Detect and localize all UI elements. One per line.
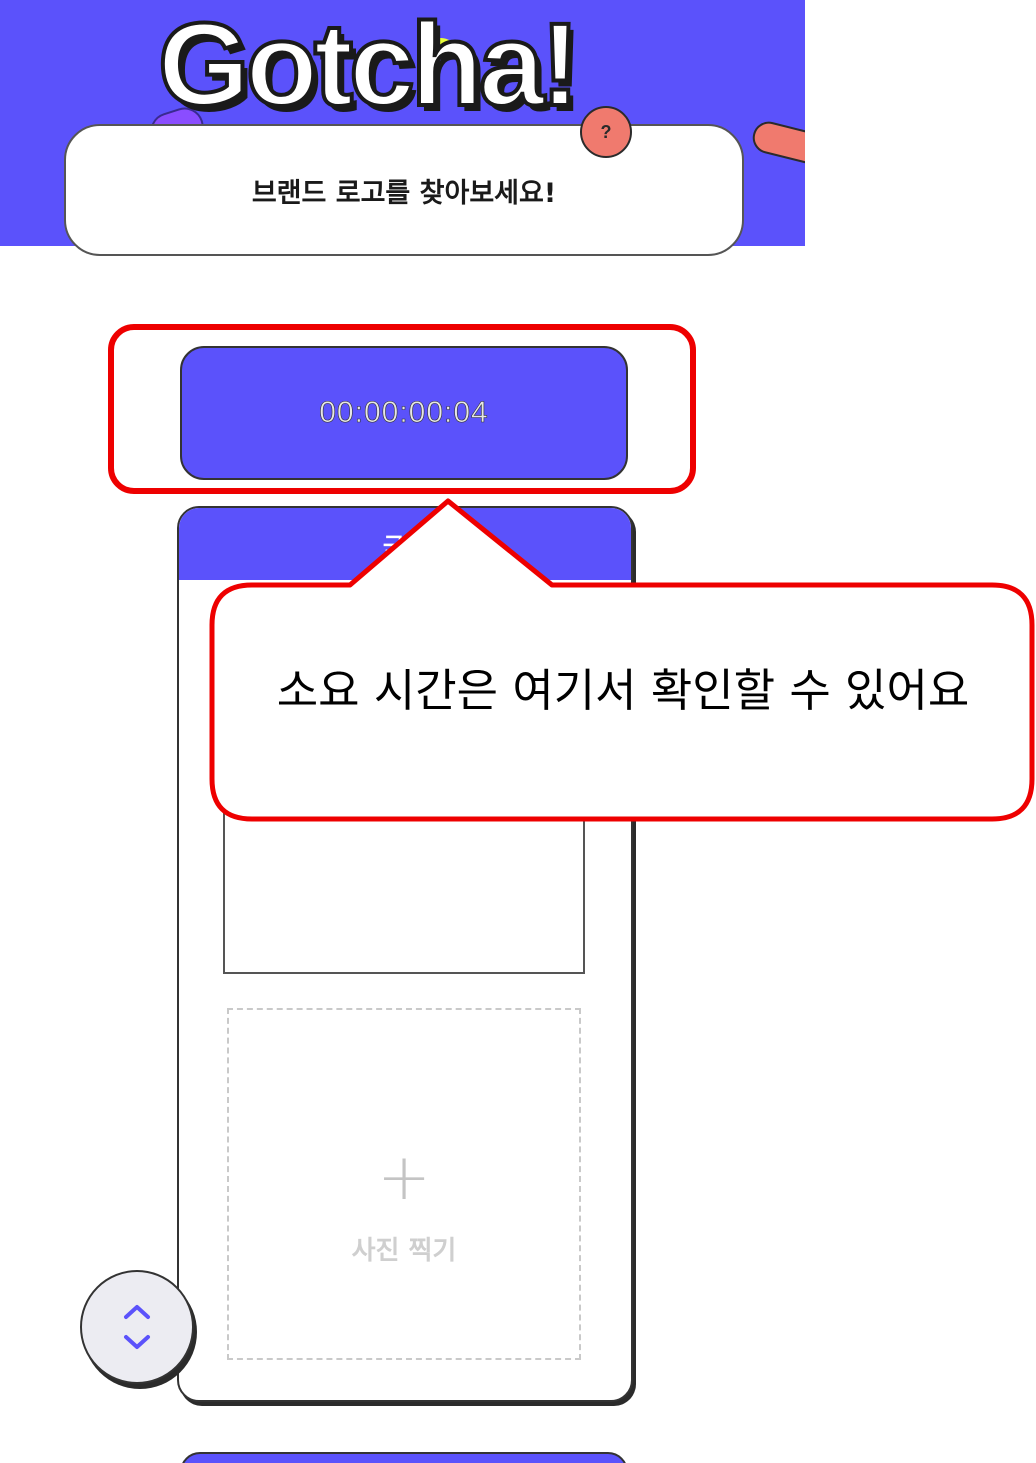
plus-icon: + — [377, 1140, 431, 1215]
help-button[interactable]: ? — [580, 106, 632, 158]
scroll-toggle-button[interactable] — [80, 1270, 194, 1384]
page: Gotcha! 브랜드 로고를 찾아보세요! ? 국민 + 사진 찍기 00:0… — [0, 0, 1036, 1463]
game-card: 국민 + 사진 찍기 — [177, 506, 633, 1402]
take-photo-label: 사진 찍기 — [351, 1235, 457, 1266]
tooltip-text: 소요 시간은 여기서 확인할 수 있어요 — [276, 664, 970, 717]
chevron-up-down-icon — [124, 1305, 150, 1349]
logo-image-frame — [223, 808, 585, 974]
timer-highlight-box — [108, 324, 696, 494]
page-title: 브랜드 로고를 찾아보세요! — [251, 177, 557, 209]
card-header: 국민 — [179, 508, 631, 580]
instruction-card: 브랜드 로고를 찾아보세요! — [64, 124, 744, 256]
brand-name: 국민 — [382, 532, 428, 561]
next-game-card — [180, 1452, 628, 1463]
take-photo-button[interactable]: + 사진 찍기 — [227, 1008, 581, 1360]
app-logo: Gotcha! — [156, 0, 582, 131]
decorative-shape — [749, 118, 805, 170]
